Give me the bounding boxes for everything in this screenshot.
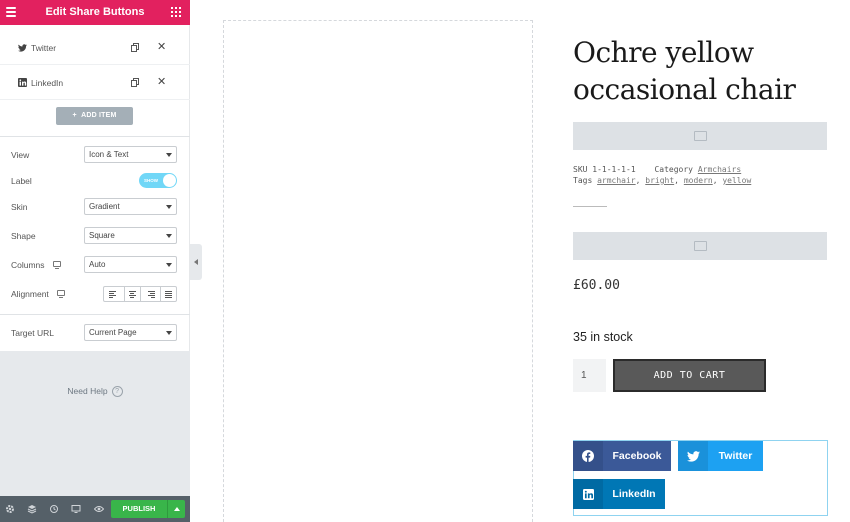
editor-panel: Edit Share Buttons Twitter ✕ LinkedIn ✕ <box>0 0 190 522</box>
repeater-item-twitter[interactable]: Twitter ✕ <box>0 31 190 65</box>
add-item-button[interactable]: + ADD ITEM <box>56 107 133 125</box>
chevron-down-icon <box>166 263 172 267</box>
columns-select-value: Auto <box>89 260 106 269</box>
product-title: Ochre yellow occasional chair <box>573 34 833 108</box>
product-title-line: Ochre yellow <box>573 36 754 69</box>
help-area <box>0 351 190 496</box>
quantity-input[interactable]: 1 <box>573 359 606 392</box>
widget-placeholder[interactable] <box>573 232 827 260</box>
tag-link[interactable]: bright <box>645 176 674 185</box>
desktop-icon[interactable] <box>57 290 65 298</box>
empty-column[interactable] <box>223 20 533 522</box>
align-left-icon[interactable] <box>104 287 125 301</box>
chevron-down-icon <box>166 331 172 335</box>
add-to-cart-button[interactable]: ADD TO CART <box>613 359 766 392</box>
need-help-link[interactable]: Need Help? <box>0 386 190 398</box>
columns-select[interactable]: Auto <box>84 256 177 273</box>
category-link[interactable]: Armchairs <box>698 165 741 174</box>
label-label: Label <box>11 176 32 186</box>
target-url-select[interactable]: Current Page <box>84 324 177 341</box>
shape-select[interactable]: Square <box>84 227 177 244</box>
toggle-knob <box>163 174 176 187</box>
share-label: Twitter <box>718 450 753 462</box>
chevron-down-icon <box>166 153 172 157</box>
page-root: Edit Share Buttons Twitter ✕ LinkedIn ✕ <box>0 0 850 522</box>
columns-label: Columns <box>11 260 45 270</box>
divider <box>0 314 190 315</box>
toggle-text: SHOW <box>144 178 158 183</box>
linkedin-icon <box>573 479 603 509</box>
desktop-icon[interactable] <box>53 261 61 269</box>
tag-link[interactable]: modern <box>684 176 713 185</box>
panel-header: Edit Share Buttons <box>0 0 190 25</box>
alignment-label: Alignment <box>11 289 49 299</box>
responsive-mode-icon[interactable] <box>71 504 81 514</box>
divider <box>573 206 607 207</box>
repeater-item-label: LinkedIn <box>31 77 64 88</box>
publish-button[interactable]: PUBLISH <box>111 500 167 518</box>
divider <box>0 136 190 137</box>
align-justify-icon[interactable] <box>161 287 176 301</box>
skin-select-value: Gradient <box>89 202 120 211</box>
collapse-panel-handle[interactable] <box>190 244 202 280</box>
widget-placeholder[interactable] <box>573 122 827 150</box>
view-select[interactable]: Icon & Text <box>84 146 177 163</box>
share-label: Facebook <box>612 450 662 462</box>
tag-link[interactable]: yellow <box>722 176 751 185</box>
facebook-icon <box>573 441 603 471</box>
placeholder-icon <box>694 241 707 251</box>
align-center-icon[interactable] <box>125 287 141 301</box>
repeater-item-linkedin[interactable]: LinkedIn ✕ <box>0 66 190 100</box>
sku-label: SKU <box>573 165 588 174</box>
share-button-twitter[interactable]: Twitter <box>678 441 763 471</box>
remove-icon[interactable]: ✕ <box>157 42 166 53</box>
skin-select[interactable]: Gradient <box>84 198 177 215</box>
shape-label: Shape <box>11 231 36 241</box>
layers-icon[interactable] <box>27 504 37 514</box>
panel-title: Edit Share Buttons <box>45 6 145 18</box>
share-label: LinkedIn <box>612 488 656 500</box>
target-url-label: Target URL <box>11 328 54 338</box>
label-toggle[interactable]: SHOW <box>139 173 177 188</box>
share-button-facebook[interactable]: Facebook <box>573 441 671 471</box>
duplicate-icon[interactable] <box>131 43 139 52</box>
history-icon[interactable] <box>49 504 59 514</box>
preview-eye-icon[interactable] <box>94 504 104 514</box>
target-url-select-value: Current Page <box>89 328 137 337</box>
add-item-label: ADD ITEM <box>81 112 117 119</box>
settings-icon[interactable] <box>5 504 15 514</box>
product-meta-row: SKU 1-1-1-1-1 Category Armchairs <box>573 164 741 175</box>
sku-value: 1-1-1-1-1 <box>592 165 636 174</box>
product-tags-row: Tags armchair, bright, modern, yellow <box>573 176 752 185</box>
chevron-down-icon <box>166 205 172 209</box>
duplicate-icon[interactable] <box>131 78 139 87</box>
align-right-icon[interactable] <box>141 287 162 301</box>
chevron-up-icon[interactable] <box>167 500 185 518</box>
twitter-icon <box>678 441 708 471</box>
remove-icon[interactable]: ✕ <box>157 77 166 88</box>
alignment-choices <box>103 286 177 302</box>
shape-select-value: Square <box>89 231 115 240</box>
view-label: View <box>11 150 30 160</box>
skin-label: Skin <box>11 202 28 212</box>
view-select-value: Icon & Text <box>89 150 129 159</box>
tag-link[interactable]: armchair <box>597 176 636 185</box>
chevron-down-icon <box>166 234 172 238</box>
twitter-icon <box>18 43 27 52</box>
tags-label: Tags <box>573 176 593 185</box>
repeater-item-label: Twitter <box>31 42 57 53</box>
placeholder-icon <box>694 131 707 141</box>
plus-icon: + <box>72 112 82 119</box>
need-help-label: Need Help <box>67 386 108 396</box>
category-label: Category <box>654 165 693 174</box>
linkedin-icon <box>18 78 27 87</box>
product-title-line: occasional chair <box>573 73 796 106</box>
widgets-grid-icon[interactable] <box>171 7 181 17</box>
share-button-linkedin[interactable]: LinkedIn <box>573 479 665 509</box>
stock-status: 35 in stock <box>573 330 633 344</box>
question-icon: ? <box>111 386 123 398</box>
product-price: £60.00 <box>573 278 620 293</box>
